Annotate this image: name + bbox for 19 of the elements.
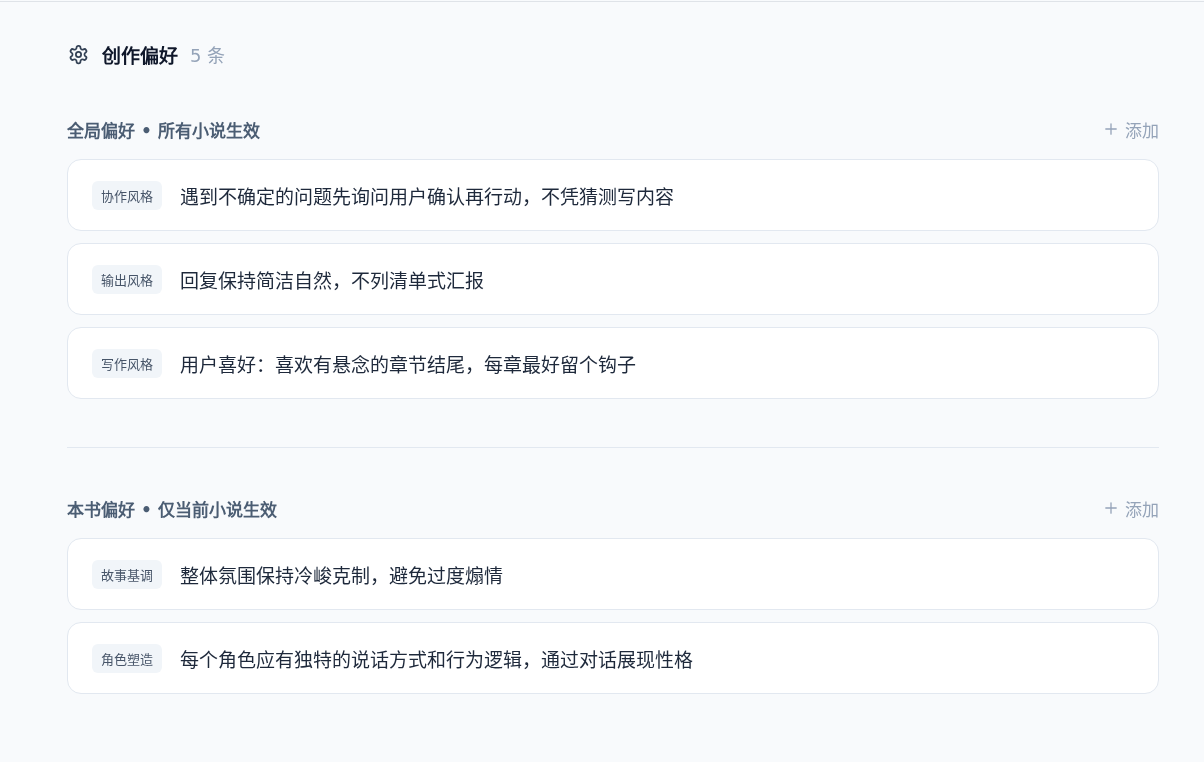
preference-text: 回复保持简洁自然，不列清单式汇报 — [180, 268, 484, 293]
preference-text: 遇到不确定的问题先询问用户确认再行动，不凭猜测写内容 — [180, 184, 674, 209]
settings-icon — [68, 43, 89, 65]
preference-text: 整体氛围保持冷峻克制，避免过度煽情 — [180, 563, 503, 588]
item-count: 5 条 — [190, 44, 226, 67]
section-title: 本书偏好 • 仅当前小说生效 — [67, 498, 277, 521]
preference-text: 每个角色应有独特的说话方式和行为逻辑，通过对话展现性格 — [180, 647, 693, 672]
page-title: 创作偏好 — [102, 43, 178, 68]
plus-icon — [1105, 502, 1117, 514]
section-title: 全局偏好 • 所有小说生效 — [67, 119, 260, 142]
preference-text: 用户喜好：喜欢有悬念的章节结尾，每章最好留个钩子 — [180, 352, 636, 377]
add-button[interactable]: 添加 — [1105, 116, 1159, 142]
category-tag: 协作风格 — [92, 180, 162, 210]
category-tag: 写作风格 — [92, 348, 162, 378]
category-tag: 输出风格 — [92, 264, 162, 294]
category-tag: 角色塑造 — [92, 643, 162, 673]
plus-icon — [1105, 123, 1117, 135]
add-button[interactable]: 添加 — [1105, 495, 1159, 521]
category-tag: 故事基调 — [92, 559, 162, 589]
